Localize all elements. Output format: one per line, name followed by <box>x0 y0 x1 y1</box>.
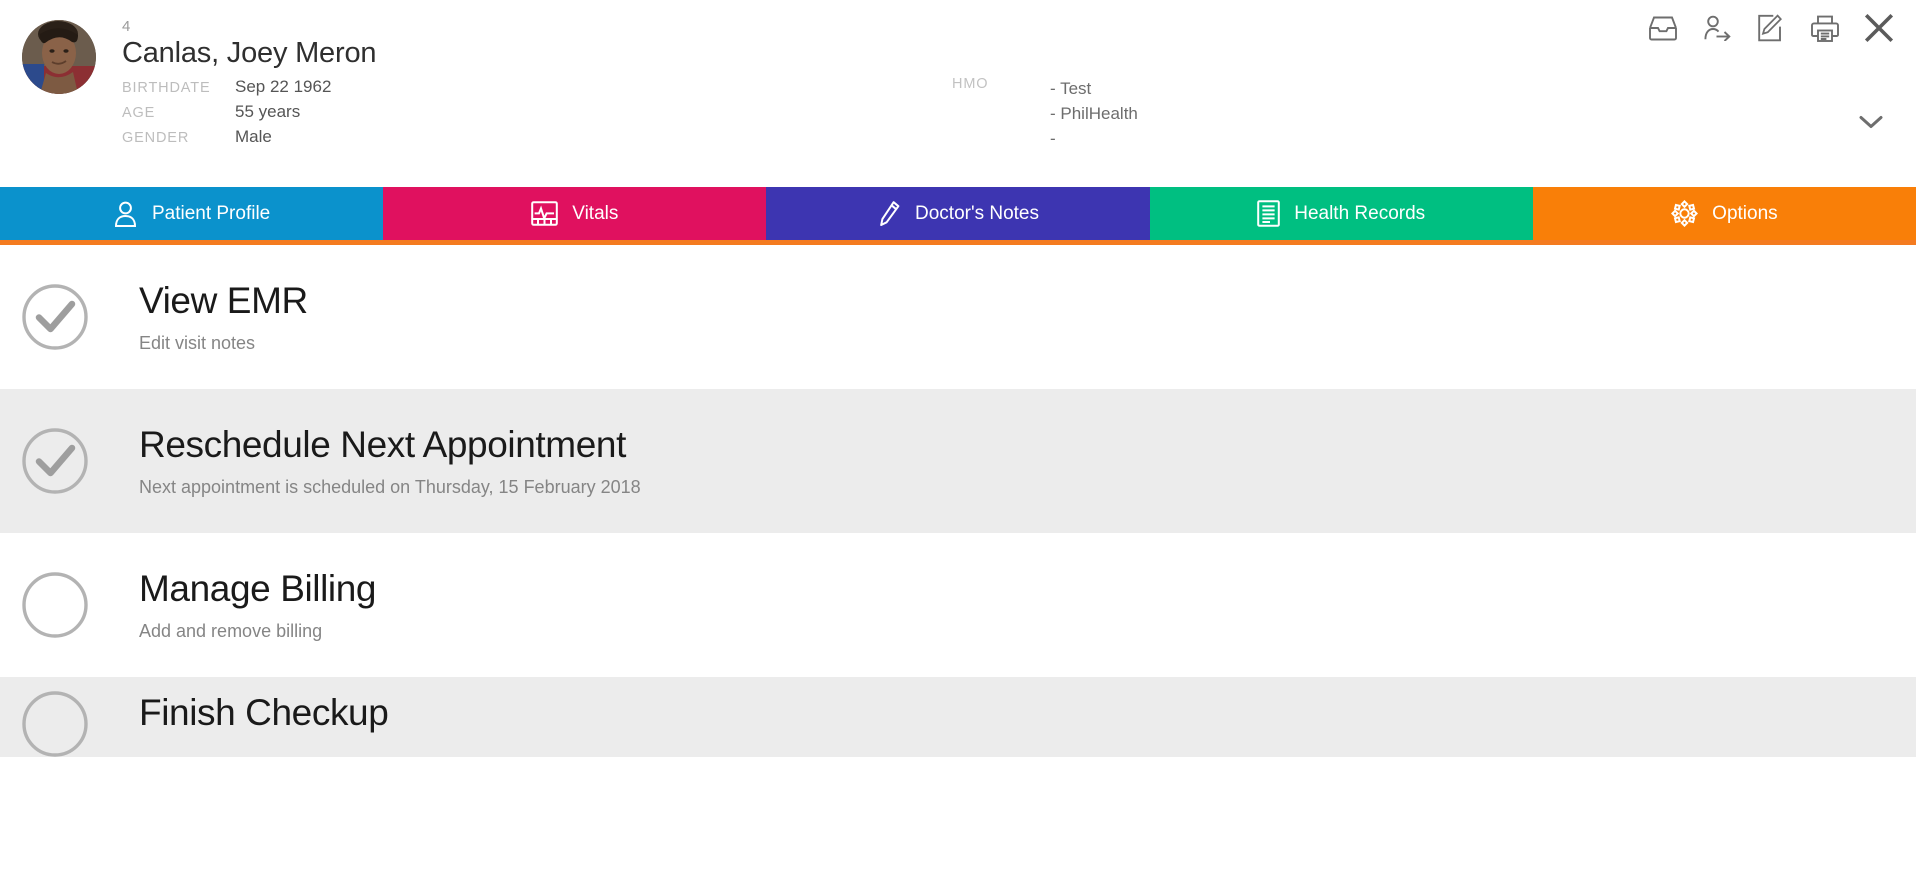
patient-name: Canlas, Joey Meron <box>122 35 822 72</box>
patient-header: 4 Canlas, Joey Meron BIRTHDATE Sep 22 19… <box>0 0 1916 187</box>
field-birthdate-label: BIRTHDATE <box>122 80 235 96</box>
hmo-value-3: - <box>1050 126 1138 151</box>
tab-options[interactable]: Options <box>1533 187 1916 240</box>
option-title: Finish Checkup <box>139 691 388 735</box>
field-gender-label: GENDER <box>122 130 235 146</box>
option-subtitle: Add and remove billing <box>139 618 376 644</box>
tab-patient-profile-label: Patient Profile <box>152 203 270 225</box>
field-birthdate-value: Sep 22 1962 <box>235 77 331 97</box>
option-title: View EMR <box>139 279 308 323</box>
option-row-view-emr[interactable]: View EMR Edit visit notes <box>0 245 1916 389</box>
option-row-reschedule-next-appointment[interactable]: Reschedule Next Appointment Next appoint… <box>0 389 1916 533</box>
avatar <box>22 20 96 94</box>
tab-health-records[interactable]: Health Records <box>1150 187 1533 240</box>
record-number: 4 <box>122 18 822 36</box>
hmo-section: HMO - Test - PhilHealth - <box>952 14 1138 151</box>
header-actions <box>1648 13 1894 43</box>
inbox-icon[interactable] <box>1648 13 1678 43</box>
option-subtitle: Next appointment is scheduled on Thursda… <box>139 474 641 500</box>
tab-health-records-label: Health Records <box>1294 203 1425 225</box>
option-title: Manage Billing <box>139 567 376 611</box>
chevron-down-icon[interactable] <box>1852 107 1890 137</box>
patient-identity: 4 Canlas, Joey Meron BIRTHDATE Sep 22 19… <box>122 14 822 152</box>
hmo-value-1: - Test <box>1050 76 1138 101</box>
tab-vitals[interactable]: Vitals <box>383 187 766 240</box>
field-birthdate: BIRTHDATE Sep 22 1962 <box>122 77 822 102</box>
field-gender: GENDER Male <box>122 127 822 152</box>
tab-patient-profile[interactable]: Patient Profile <box>0 187 383 240</box>
field-age-label: AGE <box>122 105 235 121</box>
hmo-label: HMO <box>952 76 1050 151</box>
circle-empty-icon[interactable] <box>22 691 88 757</box>
option-row-finish-checkup[interactable]: Finish Checkup <box>0 677 1916 757</box>
close-icon[interactable] <box>1864 13 1894 43</box>
option-subtitle: Edit visit notes <box>139 330 308 356</box>
option-text-manage-billing: Manage Billing Add and remove billing <box>139 567 376 644</box>
tab-vitals-label: Vitals <box>572 203 618 225</box>
main-tabs: Patient Profile Vitals Doctor's Notes <box>0 187 1916 245</box>
heart-monitor-icon <box>531 201 558 226</box>
option-title: Reschedule Next Appointment <box>139 423 641 467</box>
field-age: AGE 55 years <box>122 102 822 127</box>
tab-options-label: Options <box>1712 203 1777 225</box>
document-list-icon <box>1257 200 1280 227</box>
patient-fields: BIRTHDATE Sep 22 1962 AGE 55 years GENDE… <box>122 77 822 152</box>
print-icon[interactable] <box>1810 13 1840 43</box>
pencil-icon <box>877 200 901 227</box>
tab-doctors-notes-label: Doctor's Notes <box>915 203 1039 225</box>
option-row-manage-billing[interactable]: Manage Billing Add and remove billing <box>0 533 1916 677</box>
field-age-value: 55 years <box>235 102 300 122</box>
option-text-finish-checkup: Finish Checkup <box>139 691 388 735</box>
edit-note-icon[interactable] <box>1756 13 1786 43</box>
gear-icon <box>1671 200 1698 227</box>
options-list: View EMR Edit visit notes Reschedule Nex… <box>0 245 1916 757</box>
option-text-reschedule-next-appointment: Reschedule Next Appointment Next appoint… <box>139 423 641 500</box>
check-circle-filled-icon[interactable] <box>22 428 88 494</box>
check-circle-filled-icon[interactable] <box>22 284 88 350</box>
hmo-value-2: - PhilHealth <box>1050 101 1138 126</box>
person-icon <box>113 201 138 227</box>
tab-doctors-notes[interactable]: Doctor's Notes <box>766 187 1149 240</box>
hmo-values: - Test - PhilHealth - <box>1050 76 1138 151</box>
refer-patient-icon[interactable] <box>1702 13 1732 43</box>
circle-empty-icon[interactable] <box>22 572 88 638</box>
option-text-view-emr: View EMR Edit visit notes <box>139 279 308 356</box>
field-gender-value: Male <box>235 127 272 147</box>
